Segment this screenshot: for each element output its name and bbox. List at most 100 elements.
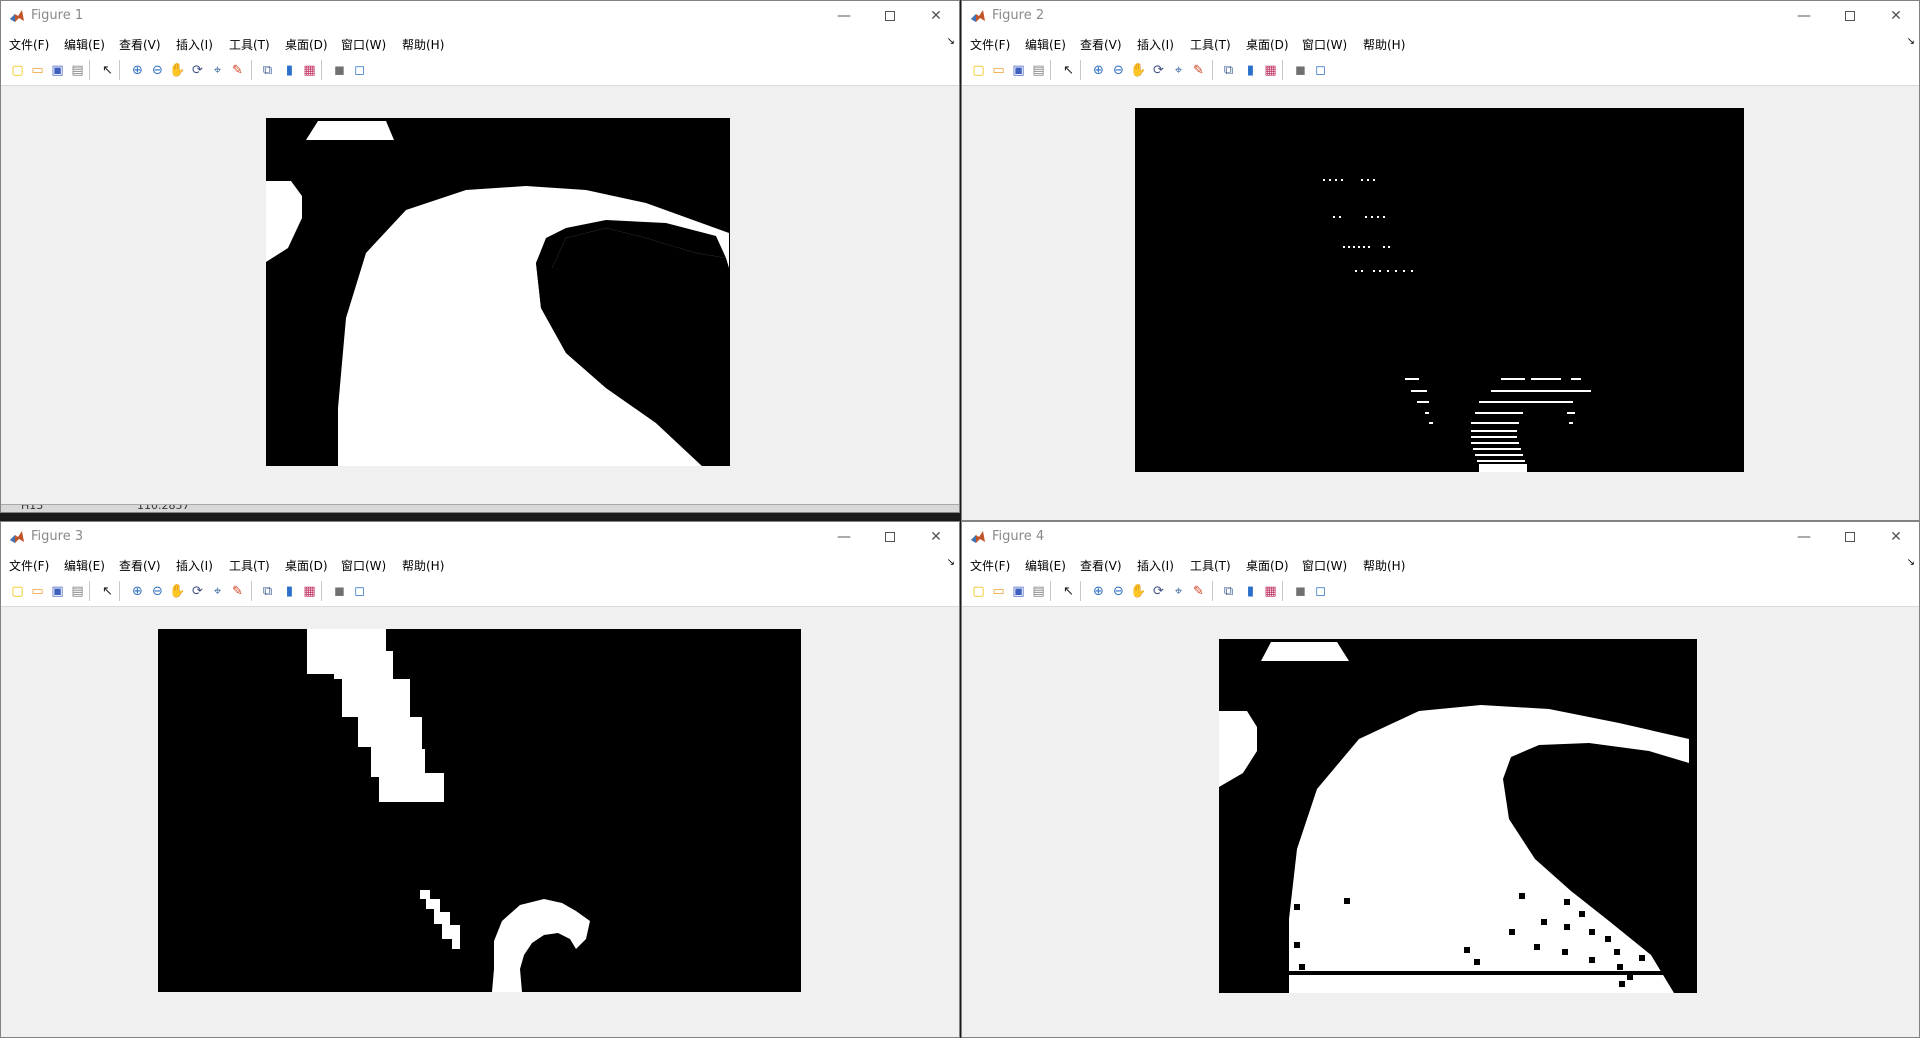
pan-hand-icon[interactable]: ✋ <box>169 583 186 600</box>
menu-file[interactable]: 文件(F) <box>9 36 49 53</box>
close-button[interactable]: ✕ <box>913 1 959 31</box>
rotate-3d-icon[interactable]: ⟳ <box>189 583 206 600</box>
new-figure-icon[interactable]: ▢ <box>970 62 987 79</box>
insert-colorbar-icon[interactable]: ▮ <box>281 583 298 600</box>
close-button[interactable]: ✕ <box>1873 1 1919 31</box>
new-figure-icon[interactable]: ▢ <box>9 62 26 79</box>
menu-edit[interactable]: 编辑(E) <box>1025 557 1066 574</box>
minimize-button[interactable]: — <box>821 1 867 31</box>
save-icon[interactable]: ▣ <box>1010 62 1027 79</box>
menu-desktop[interactable]: 桌面(D) <box>1246 36 1289 53</box>
menu-file[interactable]: 文件(F) <box>9 557 49 574</box>
menu-insert[interactable]: 插入(I) <box>176 557 213 574</box>
menu-desktop[interactable]: 桌面(D) <box>1246 557 1289 574</box>
brush-icon[interactable]: ✎ <box>229 583 246 600</box>
menu-tools[interactable]: 工具(T) <box>229 36 270 53</box>
insert-legend-icon[interactable]: ▦ <box>1262 583 1279 600</box>
menu-edit[interactable]: 编辑(E) <box>1025 36 1066 53</box>
hide-plot-tools-icon[interactable]: ◼ <box>1292 583 1309 600</box>
insert-legend-icon[interactable]: ▦ <box>1262 62 1279 79</box>
insert-colorbar-icon[interactable]: ▮ <box>281 62 298 79</box>
insert-colorbar-icon[interactable]: ▮ <box>1242 583 1259 600</box>
open-file-icon[interactable]: ▭ <box>990 583 1007 600</box>
rotate-3d-icon[interactable]: ⟳ <box>1150 583 1167 600</box>
menu-desktop[interactable]: 桌面(D) <box>285 36 328 53</box>
maximize-button[interactable] <box>867 522 913 552</box>
zoom-out-icon[interactable]: ⊖ <box>1110 62 1127 79</box>
menu-view[interactable]: 查看(V) <box>119 36 161 53</box>
pan-hand-icon[interactable]: ✋ <box>1130 62 1147 79</box>
data-cursor-icon[interactable]: ⌖ <box>209 62 226 79</box>
hide-plot-tools-icon[interactable]: ◼ <box>331 62 348 79</box>
menu-tools[interactable]: 工具(T) <box>1190 36 1231 53</box>
image-axes[interactable] <box>158 629 801 992</box>
save-icon[interactable]: ▣ <box>49 62 66 79</box>
menu-insert[interactable]: 插入(I) <box>1137 557 1174 574</box>
link-plot-icon[interactable]: ⧉ <box>259 62 276 79</box>
menu-window[interactable]: 窗口(W) <box>1302 557 1347 574</box>
figure-window-1[interactable]: Figure 1 — ✕ 文件(F) 编辑(E) 查看(V) 插入(I) 工具(… <box>0 0 960 513</box>
select-arrow-icon[interactable]: ↖ <box>99 583 116 600</box>
maximize-button[interactable] <box>1827 1 1873 31</box>
link-plot-icon[interactable]: ⧉ <box>1220 62 1237 79</box>
menu-overflow-icon[interactable]: ↘ <box>1907 557 1915 568</box>
data-cursor-icon[interactable]: ⌖ <box>209 583 226 600</box>
rotate-3d-icon[interactable]: ⟳ <box>189 62 206 79</box>
open-file-icon[interactable]: ▭ <box>29 583 46 600</box>
figure-window-3[interactable]: Figure 3 — ✕ 文件(F) 编辑(E) 查看(V) 插入(I) 工具(… <box>0 521 960 1038</box>
link-plot-icon[interactable]: ⧉ <box>259 583 276 600</box>
brush-icon[interactable]: ✎ <box>1190 62 1207 79</box>
menu-insert[interactable]: 插入(I) <box>176 36 213 53</box>
menu-overflow-icon[interactable]: ↘ <box>947 36 955 47</box>
rotate-3d-icon[interactable]: ⟳ <box>1150 62 1167 79</box>
close-button[interactable]: ✕ <box>913 522 959 552</box>
show-plot-tools-icon[interactable]: ◻ <box>1312 583 1329 600</box>
insert-legend-icon[interactable]: ▦ <box>301 62 318 79</box>
zoom-in-icon[interactable]: ⊕ <box>1090 62 1107 79</box>
insert-legend-icon[interactable]: ▦ <box>301 583 318 600</box>
zoom-out-icon[interactable]: ⊖ <box>149 583 166 600</box>
menu-view[interactable]: 查看(V) <box>1080 557 1122 574</box>
insert-colorbar-icon[interactable]: ▮ <box>1242 62 1259 79</box>
image-axes[interactable] <box>1135 108 1744 472</box>
minimize-button[interactable]: — <box>1781 1 1827 31</box>
minimize-button[interactable]: — <box>1781 522 1827 552</box>
zoom-out-icon[interactable]: ⊖ <box>149 62 166 79</box>
menu-edit[interactable]: 编辑(E) <box>64 557 105 574</box>
zoom-in-icon[interactable]: ⊕ <box>129 583 146 600</box>
menu-overflow-icon[interactable]: ↘ <box>1907 36 1915 47</box>
show-plot-tools-icon[interactable]: ◻ <box>351 62 368 79</box>
hide-plot-tools-icon[interactable]: ◼ <box>1292 62 1309 79</box>
link-plot-icon[interactable]: ⧉ <box>1220 583 1237 600</box>
title-bar[interactable]: Figure 2 — ✕ <box>962 1 1919 31</box>
maximize-button[interactable] <box>867 1 913 31</box>
menu-window[interactable]: 窗口(W) <box>341 557 386 574</box>
open-file-icon[interactable]: ▭ <box>29 62 46 79</box>
print-icon[interactable]: ▤ <box>1030 583 1047 600</box>
menu-help[interactable]: 帮助(H) <box>402 557 444 574</box>
menu-tools[interactable]: 工具(T) <box>1190 557 1231 574</box>
new-figure-icon[interactable]: ▢ <box>970 583 987 600</box>
menu-window[interactable]: 窗口(W) <box>1302 36 1347 53</box>
open-file-icon[interactable]: ▭ <box>990 62 1007 79</box>
select-arrow-icon[interactable]: ↖ <box>1060 583 1077 600</box>
pan-hand-icon[interactable]: ✋ <box>1130 583 1147 600</box>
menu-file[interactable]: 文件(F) <box>970 36 1010 53</box>
menu-view[interactable]: 查看(V) <box>119 557 161 574</box>
menu-insert[interactable]: 插入(I) <box>1137 36 1174 53</box>
save-icon[interactable]: ▣ <box>49 583 66 600</box>
menu-tools[interactable]: 工具(T) <box>229 557 270 574</box>
menu-desktop[interactable]: 桌面(D) <box>285 557 328 574</box>
close-button[interactable]: ✕ <box>1873 522 1919 552</box>
data-cursor-icon[interactable]: ⌖ <box>1170 62 1187 79</box>
menu-overflow-icon[interactable]: ↘ <box>947 557 955 568</box>
menu-file[interactable]: 文件(F) <box>970 557 1010 574</box>
menu-view[interactable]: 查看(V) <box>1080 36 1122 53</box>
show-plot-tools-icon[interactable]: ◻ <box>351 583 368 600</box>
figure-window-4[interactable]: Figure 4 — ✕ 文件(F) 编辑(E) 查看(V) 插入(I) 工具(… <box>961 521 1920 1038</box>
title-bar[interactable]: Figure 1 — ✕ <box>1 1 959 31</box>
select-arrow-icon[interactable]: ↖ <box>1060 62 1077 79</box>
zoom-in-icon[interactable]: ⊕ <box>129 62 146 79</box>
print-icon[interactable]: ▤ <box>69 583 86 600</box>
zoom-out-icon[interactable]: ⊖ <box>1110 583 1127 600</box>
